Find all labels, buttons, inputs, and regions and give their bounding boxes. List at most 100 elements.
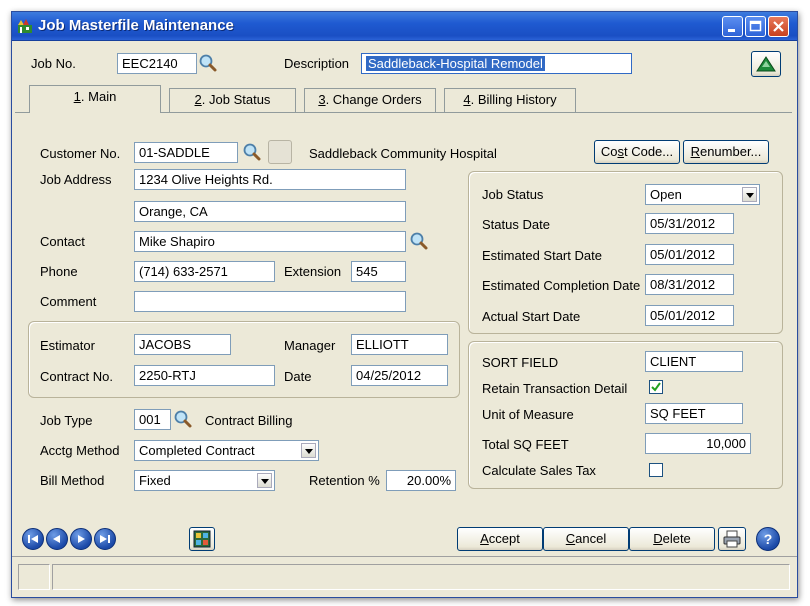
acctg-method-label: Acctg Method <box>40 443 120 458</box>
chevron-down-icon[interactable] <box>257 473 272 488</box>
window-title: Job Masterfile Maintenance <box>38 17 234 34</box>
sort-field-input[interactable]: CLIENT <box>645 351 743 372</box>
tab-main-key: 1 <box>73 89 81 104</box>
extension-label: Extension <box>284 264 342 279</box>
phone-label: Phone <box>40 264 78 279</box>
description-value: Saddleback-Hospital Remodel <box>366 56 545 71</box>
estimator-label: Estimator <box>40 338 95 353</box>
address-line1-field[interactable]: 1234 Olive Heights Rd. <box>134 169 406 190</box>
minimize-button[interactable] <box>722 16 743 37</box>
status-bar-message <box>52 564 790 590</box>
title-bar[interactable]: Job Masterfile Maintenance <box>12 12 797 41</box>
svg-text:?: ? <box>764 531 773 547</box>
contract-date-field[interactable]: 04/25/2012 <box>351 365 448 386</box>
print-button[interactable] <box>718 527 746 551</box>
phone-field[interactable]: (714) 633-2571 <box>134 261 275 282</box>
first-record-icon <box>28 535 38 543</box>
delete-post: elete <box>662 531 691 546</box>
cost-code-pre: Co <box>600 144 618 159</box>
cancel-key: C <box>565 531 576 546</box>
tab-billing-history[interactable]: 4. Billing History <box>444 88 576 112</box>
cost-code-button[interactable]: Cost Code... <box>594 140 680 164</box>
total-sq-feet-label: Total SQ FEET <box>482 437 569 452</box>
job-masterfile-window: Job Masterfile Maintenance Job No. EEC21… <box>11 11 798 598</box>
retain-detail-label: Retain Transaction Detail <box>482 381 628 396</box>
estimated-completion-field[interactable]: 08/31/2012 <box>645 274 734 295</box>
last-record-icon <box>100 535 110 543</box>
first-record-button[interactable] <box>22 528 44 550</box>
cancel-button[interactable]: Cancel <box>543 527 629 551</box>
accept-button[interactable]: Accept <box>457 527 543 551</box>
minimize-icon <box>728 29 735 32</box>
job-lookup-icon[interactable] <box>198 53 218 73</box>
maximize-button[interactable] <box>745 16 766 37</box>
retention-label: Retention % <box>309 473 380 488</box>
description-field[interactable]: Saddleback-Hospital Remodel <box>361 53 632 74</box>
options-button[interactable] <box>751 51 781 77</box>
close-button[interactable] <box>768 16 789 37</box>
bill-method-value: Fixed <box>139 473 171 488</box>
estimated-completion-label: Estimated Completion Date <box>482 278 641 293</box>
contract-no-field[interactable]: 2250-RTJ <box>134 365 275 386</box>
renumber-button[interactable]: Renumber... <box>683 140 769 164</box>
job-status-label: Job Status <box>482 187 544 202</box>
contact-field[interactable]: Mike Shapiro <box>134 231 406 252</box>
sales-tax-checkbox[interactable] <box>649 463 663 477</box>
bill-method-select[interactable]: Fixed <box>134 470 275 491</box>
acctg-method-select[interactable]: Completed Contract <box>134 440 319 461</box>
last-record-button[interactable] <box>94 528 116 550</box>
grid-lookup-icon <box>193 530 211 548</box>
tab-job-status-label: . Job Status <box>201 92 271 107</box>
retention-field[interactable]: 20.00% <box>386 470 456 491</box>
job-status-select[interactable]: Open <box>645 184 760 205</box>
app-icon <box>18 19 32 33</box>
help-button[interactable]: ? <box>756 527 780 551</box>
tab-job-status[interactable]: 2. Job Status <box>169 88 296 112</box>
description-label: Description <box>284 56 350 71</box>
job-type-label: Job Type <box>40 413 93 428</box>
chevron-down-icon[interactable] <box>301 443 316 458</box>
job-no-field[interactable]: EEC2140 <box>117 53 197 74</box>
customer-name: Saddleback Community Hospital <box>309 146 497 161</box>
customer-no-field[interactable]: 01-SADDLE <box>134 142 238 163</box>
next-record-button[interactable] <box>70 528 92 550</box>
chevron-down-icon[interactable] <box>742 187 757 202</box>
customer-memo-button[interactable] <box>268 140 292 164</box>
tab-change-orders[interactable]: 3. Change Orders <box>304 88 436 112</box>
unit-of-measure-field[interactable]: SQ FEET <box>645 403 743 424</box>
extension-field[interactable]: 545 <box>351 261 406 282</box>
customer-no-label: Customer No. <box>40 146 121 161</box>
comment-field[interactable] <box>134 291 406 312</box>
job-type-lookup-icon[interactable] <box>173 409 193 429</box>
accept-key: A <box>480 531 489 546</box>
tab-main[interactable]: 1. Main <box>29 85 161 113</box>
job-type-field[interactable]: 001 <box>134 409 171 430</box>
estimated-start-field[interactable]: 05/01/2012 <box>645 244 734 265</box>
tab-main-label: . Main <box>80 89 117 104</box>
delete-button[interactable]: Delete <box>629 527 715 551</box>
close-icon <box>773 21 784 32</box>
tab-billing-history-label: . Billing History <box>470 92 557 107</box>
tab-job-status-key: 2 <box>194 92 202 107</box>
contact-lookup-icon[interactable] <box>409 231 429 251</box>
contract-no-label: Contract No. <box>40 369 113 384</box>
renumber-post: enumber... <box>699 144 762 159</box>
status-date-label: Status Date <box>482 217 550 232</box>
actual-start-field[interactable]: 05/01/2012 <box>645 305 734 326</box>
lookup-list-button[interactable] <box>189 527 215 551</box>
previous-record-button[interactable] <box>46 528 68 550</box>
printer-icon <box>723 530 741 548</box>
retain-detail-checkbox[interactable] <box>649 380 663 394</box>
contact-label: Contact <box>40 234 85 249</box>
address-line2-field[interactable]: Orange, CA <box>134 201 406 222</box>
checkmark-icon <box>651 382 661 392</box>
bill-method-label: Bill Method <box>40 473 105 488</box>
status-bar-left-cell <box>18 564 50 590</box>
estimator-field[interactable]: JACOBS <box>134 334 231 355</box>
cancel-post: ancel <box>575 531 607 546</box>
total-sq-feet-field[interactable]: 10,000 <box>645 433 751 454</box>
delete-key: D <box>653 531 663 546</box>
customer-lookup-icon[interactable] <box>242 142 262 162</box>
status-date-field[interactable]: 05/31/2012 <box>645 213 734 234</box>
manager-field[interactable]: ELLIOTT <box>351 334 448 355</box>
